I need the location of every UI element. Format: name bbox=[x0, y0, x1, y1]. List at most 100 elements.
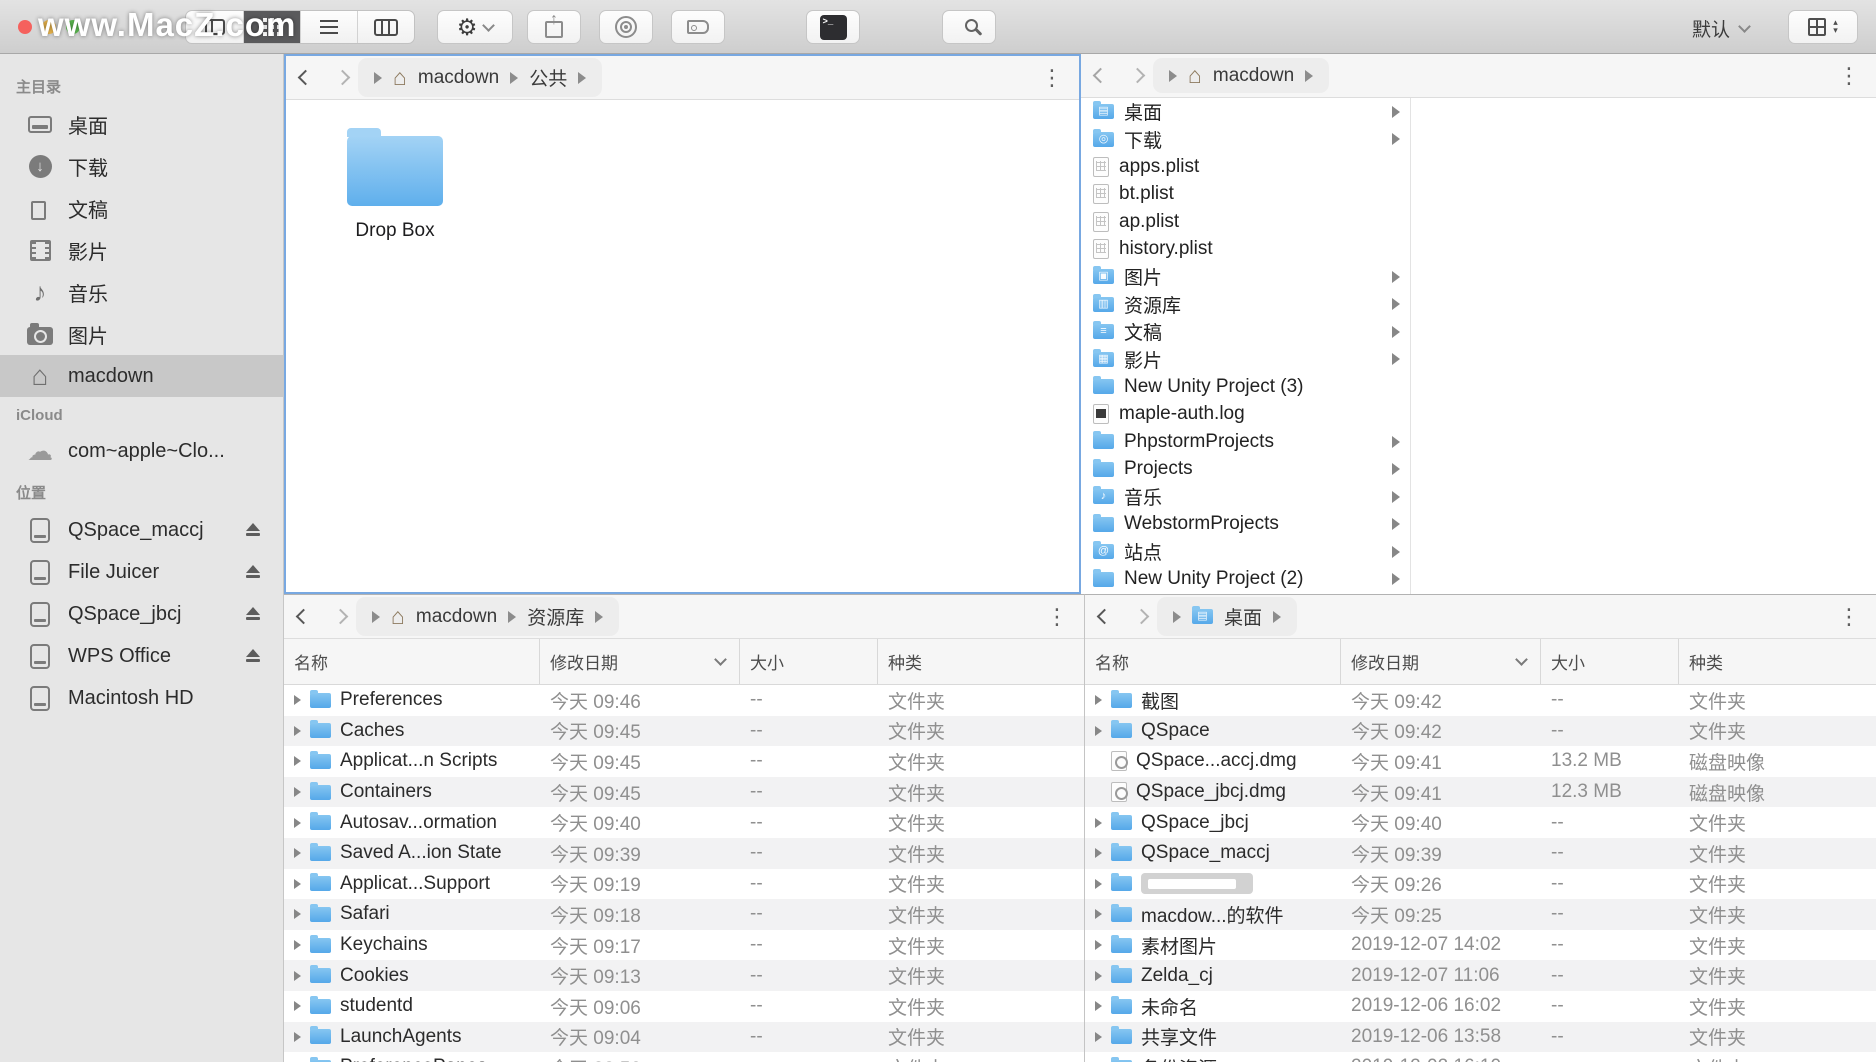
back-button[interactable] bbox=[295, 608, 312, 625]
column-view-button[interactable] bbox=[357, 11, 414, 43]
table-row[interactable]: 未命名 2019-12-06 16:02 -- 文件夹 bbox=[1085, 991, 1876, 1022]
forward-button[interactable] bbox=[334, 69, 351, 86]
file-item[interactable]: maple-auth.log bbox=[1081, 401, 1410, 429]
disclosure-arrow-icon[interactable] bbox=[1392, 270, 1400, 283]
pane-menu-button[interactable]: ⋮ bbox=[1041, 66, 1063, 89]
file-item[interactable]: ▤ 桌面 bbox=[1081, 98, 1410, 126]
disclosure-triangle-icon[interactable] bbox=[1095, 817, 1102, 828]
file-item[interactable]: history.plist bbox=[1081, 236, 1410, 264]
file-item[interactable]: bt.plist bbox=[1081, 181, 1410, 209]
table-row[interactable]: Safari 今天 09:18 -- 文件夹 bbox=[284, 899, 1084, 930]
table-row[interactable]: Containers 今天 09:45 -- 文件夹 bbox=[284, 776, 1084, 808]
terminal-button[interactable]: >_ bbox=[806, 10, 860, 44]
table-row[interactable]: Autosav...ormation 今天 09:40 -- 文件夹 bbox=[284, 807, 1084, 838]
column-header-size[interactable]: 大小 bbox=[740, 639, 878, 684]
disclosure-arrow-icon[interactable] bbox=[1392, 490, 1400, 503]
column-header-date[interactable]: 修改日期 bbox=[1341, 639, 1541, 684]
file-item[interactable]: Drop Box bbox=[320, 128, 470, 242]
disclosure-triangle-icon[interactable] bbox=[1095, 970, 1102, 981]
table-row[interactable]: 共享文件 2019-12-06 13:58 -- 文件夹 bbox=[1085, 1021, 1876, 1053]
disclosure-triangle-icon[interactable] bbox=[1095, 909, 1102, 920]
pane-menu-button[interactable]: ⋮ bbox=[1046, 605, 1068, 628]
disclosure-arrow-icon[interactable] bbox=[1392, 105, 1400, 118]
breadcrumb-item[interactable]: 公共 bbox=[529, 64, 567, 91]
column-header-date[interactable]: 修改日期 bbox=[540, 639, 740, 684]
disclosure-triangle-icon[interactable] bbox=[294, 848, 301, 859]
breadcrumb-item[interactable]: 桌面 bbox=[1224, 603, 1262, 630]
table-row[interactable]: QSpace_maccj 今天 09:39 -- 文件夹 bbox=[1085, 837, 1876, 869]
sidebar-item-downloads[interactable]: ↓ 下载 bbox=[0, 145, 283, 187]
file-item[interactable]: @ 站点 bbox=[1081, 538, 1410, 566]
disclosure-triangle-icon[interactable] bbox=[294, 940, 301, 951]
table-row[interactable]: Zelda_cj 2019-12-07 11:06 -- 文件夹 bbox=[1085, 960, 1876, 991]
pane-layout-picker[interactable]: ▴ ▾ bbox=[1788, 10, 1858, 44]
file-item[interactable]: ♪ 音乐 bbox=[1081, 483, 1410, 511]
disclosure-arrow-icon[interactable] bbox=[1392, 325, 1400, 338]
file-item[interactable]: PhpstormProjects bbox=[1081, 428, 1410, 456]
eject-icon[interactable] bbox=[245, 607, 261, 621]
disclosure-arrow-icon[interactable] bbox=[1392, 435, 1400, 448]
disclosure-triangle-icon[interactable] bbox=[294, 909, 301, 920]
table-row[interactable]: Applicat...Support 今天 09:19 -- 文件夹 bbox=[284, 869, 1084, 900]
table-row[interactable]: QSpace_jbcj.dmg 今天 09:41 12.3 MB 磁盘映像 bbox=[1085, 776, 1876, 808]
breadcrumb-item[interactable]: macdown bbox=[418, 67, 499, 89]
sidebar-item-movies[interactable]: 影片 bbox=[0, 229, 283, 271]
sidebar-item-music[interactable]: ♪ 音乐 bbox=[0, 271, 283, 313]
file-item[interactable]: New Unity Project (2) bbox=[1081, 566, 1410, 594]
rename-field[interactable] bbox=[1141, 873, 1253, 895]
tag-button[interactable] bbox=[671, 10, 725, 44]
column-header-size[interactable]: 大小 bbox=[1541, 639, 1679, 684]
sidebar-item-pictures[interactable]: 图片 bbox=[0, 313, 283, 355]
disclosure-triangle-icon[interactable] bbox=[294, 725, 301, 736]
list-view-button[interactable] bbox=[300, 11, 357, 43]
preset-dropdown[interactable]: 默认 bbox=[1692, 15, 1751, 42]
file-item[interactable]: apps.plist bbox=[1081, 153, 1410, 181]
forward-button[interactable] bbox=[1129, 67, 1146, 84]
disclosure-triangle-icon[interactable] bbox=[294, 695, 301, 706]
sidebar-item-desktop[interactable]: 桌面 bbox=[0, 103, 283, 145]
disclosure-triangle-icon[interactable] bbox=[1095, 725, 1102, 736]
disclosure-triangle-icon[interactable] bbox=[1095, 940, 1102, 951]
disclosure-arrow-icon[interactable] bbox=[1392, 463, 1400, 476]
table-row[interactable]: Applicat...n Scripts 今天 09:45 -- 文件夹 bbox=[284, 746, 1084, 777]
table-row[interactable]: Keychains 今天 09:17 -- 文件夹 bbox=[284, 930, 1084, 961]
disclosure-triangle-icon[interactable] bbox=[294, 1031, 301, 1042]
close-window-button[interactable] bbox=[18, 20, 32, 34]
file-item[interactable]: WebstormProjects bbox=[1081, 511, 1410, 539]
share-button[interactable] bbox=[527, 10, 581, 44]
table-row[interactable]: 备份资源 2019-12-02 16:10--文件夹 bbox=[1085, 1052, 1876, 1062]
disclosure-triangle-icon[interactable] bbox=[1095, 695, 1102, 706]
file-item[interactable]: ≡ 文稿 bbox=[1081, 318, 1410, 346]
forward-button[interactable] bbox=[1133, 608, 1150, 625]
sidebar-item-wps-office-vol[interactable]: WPS Office bbox=[0, 635, 283, 677]
table-row[interactable]: Preferences 今天 09:46 -- 文件夹 bbox=[284, 685, 1084, 716]
sidebar-item-qspace-jbcj-vol[interactable]: QSpace_jbcj bbox=[0, 593, 283, 635]
sidebar-item-file-juicer-vol[interactable]: File Juicer bbox=[0, 551, 283, 593]
disclosure-arrow-icon[interactable] bbox=[1392, 298, 1400, 311]
disclosure-triangle-icon[interactable] bbox=[294, 878, 301, 889]
back-button[interactable] bbox=[1096, 608, 1113, 625]
breadcrumb-item[interactable]: macdown bbox=[1213, 65, 1294, 87]
table-row[interactable]: LaunchAgents 今天 09:04 -- 文件夹 bbox=[284, 1021, 1084, 1053]
pane-menu-button[interactable]: ⋮ bbox=[1838, 605, 1860, 628]
file-item[interactable]: ap.plist bbox=[1081, 208, 1410, 236]
forward-button[interactable] bbox=[332, 608, 349, 625]
disclosure-arrow-icon[interactable] bbox=[1392, 545, 1400, 558]
column-header-kind[interactable]: 种类 bbox=[878, 639, 1084, 684]
column-header-name[interactable]: 名称 bbox=[1085, 639, 1341, 684]
file-item[interactable]: ◎ 下载 bbox=[1081, 126, 1410, 154]
table-row[interactable]: macdow...的软件 今天 09:25 -- 文件夹 bbox=[1085, 899, 1876, 930]
pane-menu-button[interactable]: ⋮ bbox=[1838, 64, 1860, 87]
disclosure-triangle-icon[interactable] bbox=[294, 1001, 301, 1012]
column-header-name[interactable]: 名称 bbox=[284, 639, 540, 684]
table-row[interactable]: 素材图片 2019-12-07 14:02 -- 文件夹 bbox=[1085, 930, 1876, 961]
search-button[interactable] bbox=[942, 10, 996, 44]
table-row[interactable]: Caches 今天 09:45 -- 文件夹 bbox=[284, 715, 1084, 747]
table-row[interactable]: QSpace...accj.dmg 今天 09:41 13.2 MB 磁盘映像 bbox=[1085, 746, 1876, 777]
sidebar-item-qspace-maccj-vol[interactable]: QSpace_maccj bbox=[0, 509, 283, 551]
sidebar-item-icloud-docs[interactable]: ☁ com~apple~Clo... bbox=[0, 430, 283, 472]
table-row[interactable]: 今天 09:26 -- 文件夹 bbox=[1085, 869, 1876, 900]
table-row[interactable]: studentd 今天 09:06 -- 文件夹 bbox=[284, 991, 1084, 1022]
disclosure-triangle-icon[interactable] bbox=[1095, 1031, 1102, 1042]
file-item[interactable]: ▦ 影片 bbox=[1081, 346, 1410, 374]
